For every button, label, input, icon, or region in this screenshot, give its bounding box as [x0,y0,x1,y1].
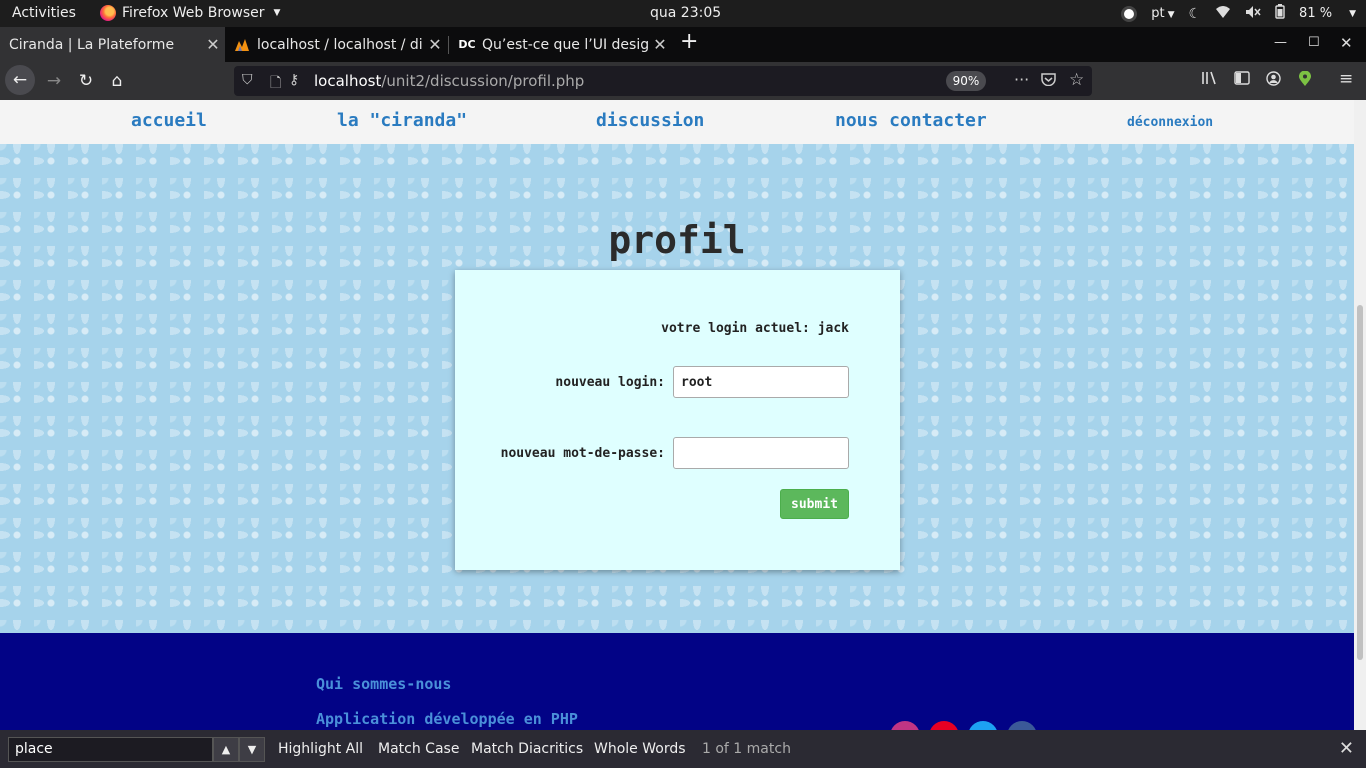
navigation-toolbar: ← → ↻ ⌂ ⛉ 🗋 ⚷ localhost/unit2/discussion… [0,62,1366,100]
nav-link-discussion[interactable]: discussion [596,110,704,131]
find-in-page-bar: place ▲ ▼ Highlight All Match Case Match… [0,730,1366,768]
nav-link-ciranda[interactable]: la "ciranda" [337,110,467,131]
bookmark-star-icon[interactable]: ☆ [1069,70,1084,90]
caret-down-icon: ▼ [273,8,281,18]
tab-separator [448,36,449,54]
activities-button[interactable]: Activities [12,5,76,21]
tab-strip: Ciranda | La Plateforme ✕ localhost / lo… [0,27,1366,62]
close-tab-icon[interactable]: ✕ [423,35,447,54]
caret-down-icon: ▼ [1167,10,1175,20]
new-password-label: nouveau mot-de-passe: [500,446,665,461]
new-login-input[interactable] [673,366,849,398]
system-top-bar: Activities Firefox Web Browser ▼ qua 23:… [0,0,1366,27]
zoom-level-button[interactable]: 90% [946,71,986,91]
system-tray: pt ▼ ☾ 81 % ▼ [1121,4,1356,23]
more-actions-icon[interactable]: ··· [1014,70,1029,89]
footer-tech-text: Application développée en PHP [316,710,578,728]
current-login-text: votre login actuel: jack [661,321,849,336]
shield-icon[interactable]: ⛉ [242,72,253,88]
find-status: 1 of 1 match [702,741,791,757]
system-menu-caret-icon[interactable]: ▼ [1349,9,1356,19]
pinterest-icon[interactable] [929,721,959,730]
facebook-icon[interactable] [1007,721,1037,730]
library-icon[interactable] [1202,71,1218,89]
tab-title: localhost / localhost / dis [257,36,423,53]
wifi-icon[interactable] [1215,5,1231,23]
highlight-all-toggle[interactable]: Highlight All [278,741,363,757]
app-menu-label: Firefox Web Browser [122,5,265,21]
match-case-toggle[interactable]: Match Case [378,741,459,757]
new-login-label: nouveau login: [555,375,665,390]
close-find-bar-icon[interactable]: ✕ [1339,738,1354,759]
scrollbar-thumb[interactable] [1357,305,1363,660]
app-menu[interactable]: Firefox Web Browser ▼ [100,5,280,21]
tab-phpmyadmin[interactable]: localhost / localhost / dis ✕ [225,27,447,62]
battery-percentage: 81 % [1299,6,1333,21]
firefox-icon [100,5,116,21]
page-scrollbar[interactable] [1354,100,1366,730]
nav-link-home[interactable]: accueil [131,110,207,131]
tab-title: Ciranda | La Plateforme [9,36,175,53]
site-navigation: accueil la "ciranda" discussion nous con… [0,100,1354,144]
reload-icon[interactable]: ↻ [72,67,100,95]
profile-form-card: votre login actuel: jack nouveau login: … [455,270,900,570]
hamburger-menu-icon[interactable]: ≡ [1339,69,1353,89]
home-icon[interactable]: ⌂ [103,67,131,95]
address-bar[interactable]: ⛉ 🗋 ⚷ localhost/unit2/discussion/profil.… [234,66,1092,96]
find-next-icon[interactable]: ▼ [239,737,265,762]
whole-words-toggle[interactable]: Whole Words [594,741,686,757]
match-diacritics-toggle[interactable]: Match Diacritics [471,741,583,757]
sidebar-icon[interactable] [1234,71,1250,89]
instagram-icon[interactable] [890,721,920,730]
close-tab-icon[interactable]: ✕ [201,35,225,54]
minimize-window-icon[interactable]: — [1274,35,1287,50]
url-path: /unit2/discussion/profil.php [381,72,585,90]
forward-arrow-icon[interactable]: → [40,67,68,95]
tab-title: Qu’est-ce que l’UI design [482,36,648,53]
dc-icon: DC [458,38,476,51]
patterned-background: profil votre login actuel: jack nouveau … [0,144,1354,633]
record-indicator-icon[interactable] [1121,5,1138,22]
nav-link-contact[interactable]: nous contacter [835,110,987,131]
footer-about-link[interactable]: Qui sommes-nous [316,675,451,693]
close-window-icon[interactable]: ✕ [1340,34,1353,52]
tab-ciranda[interactable]: Ciranda | La Plateforme ✕ [0,27,225,62]
account-icon[interactable] [1266,71,1281,90]
night-light-icon[interactable]: ☾ [1188,6,1201,22]
clock[interactable]: qua 23:05 [650,5,721,21]
back-arrow-icon[interactable]: ← [5,65,35,95]
close-tab-icon[interactable]: ✕ [648,35,672,54]
site-footer: Qui sommes-nous Application développée e… [0,633,1354,730]
tab-ui-design[interactable]: DC Qu’est-ce que l’UI design ✕ [450,27,672,62]
key-icon[interactable]: ⚷ [289,72,299,88]
phpmyadmin-icon [234,37,250,53]
find-previous-icon[interactable]: ▲ [213,737,239,762]
nav-link-logout[interactable]: déconnexion [1127,115,1213,130]
volume-muted-icon[interactable] [1245,5,1261,23]
url-host: localhost [314,72,382,90]
location-pin-extension-icon[interactable] [1298,70,1312,91]
submit-button[interactable]: submit [780,489,849,519]
web-page: accueil la "ciranda" discussion nous con… [0,100,1354,730]
keyboard-layout-label: pt [1151,6,1165,21]
battery-icon[interactable] [1275,4,1285,23]
twitter-icon[interactable] [968,721,998,730]
find-input[interactable]: place [8,737,213,762]
url-text[interactable]: localhost/unit2/discussion/profil.php [314,72,584,90]
maximize-window-icon[interactable]: ☐ [1308,35,1320,50]
new-password-input[interactable] [673,437,849,469]
page-icon[interactable]: 🗋 [270,72,281,96]
page-title: profil [608,218,746,262]
keyboard-layout[interactable]: pt ▼ [1151,6,1174,21]
pocket-icon[interactable] [1041,72,1056,90]
new-tab-plus-icon[interactable]: + [680,31,698,53]
